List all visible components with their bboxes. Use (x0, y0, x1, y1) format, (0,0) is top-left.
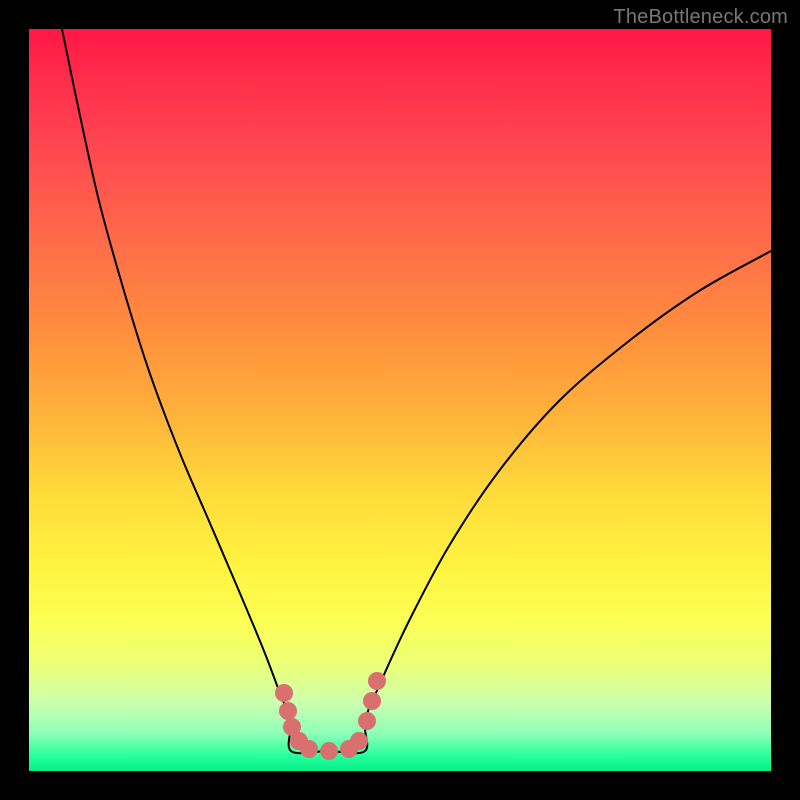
plot-area (29, 29, 771, 771)
chart-frame: TheBottleneck.com (0, 0, 800, 800)
watermark-text: TheBottleneck.com (613, 6, 788, 29)
highlight-marker (350, 732, 368, 750)
highlight-marker (363, 692, 381, 710)
chart-svg (29, 29, 771, 771)
curve-layer (62, 29, 771, 753)
bottleneck-curve (62, 29, 771, 753)
highlight-marker (368, 672, 386, 690)
highlight-marker (279, 702, 297, 720)
highlight-marker (358, 712, 376, 730)
highlight-marker (275, 684, 293, 702)
marker-layer (275, 672, 386, 760)
highlight-marker (320, 742, 338, 760)
highlight-marker (300, 740, 318, 758)
